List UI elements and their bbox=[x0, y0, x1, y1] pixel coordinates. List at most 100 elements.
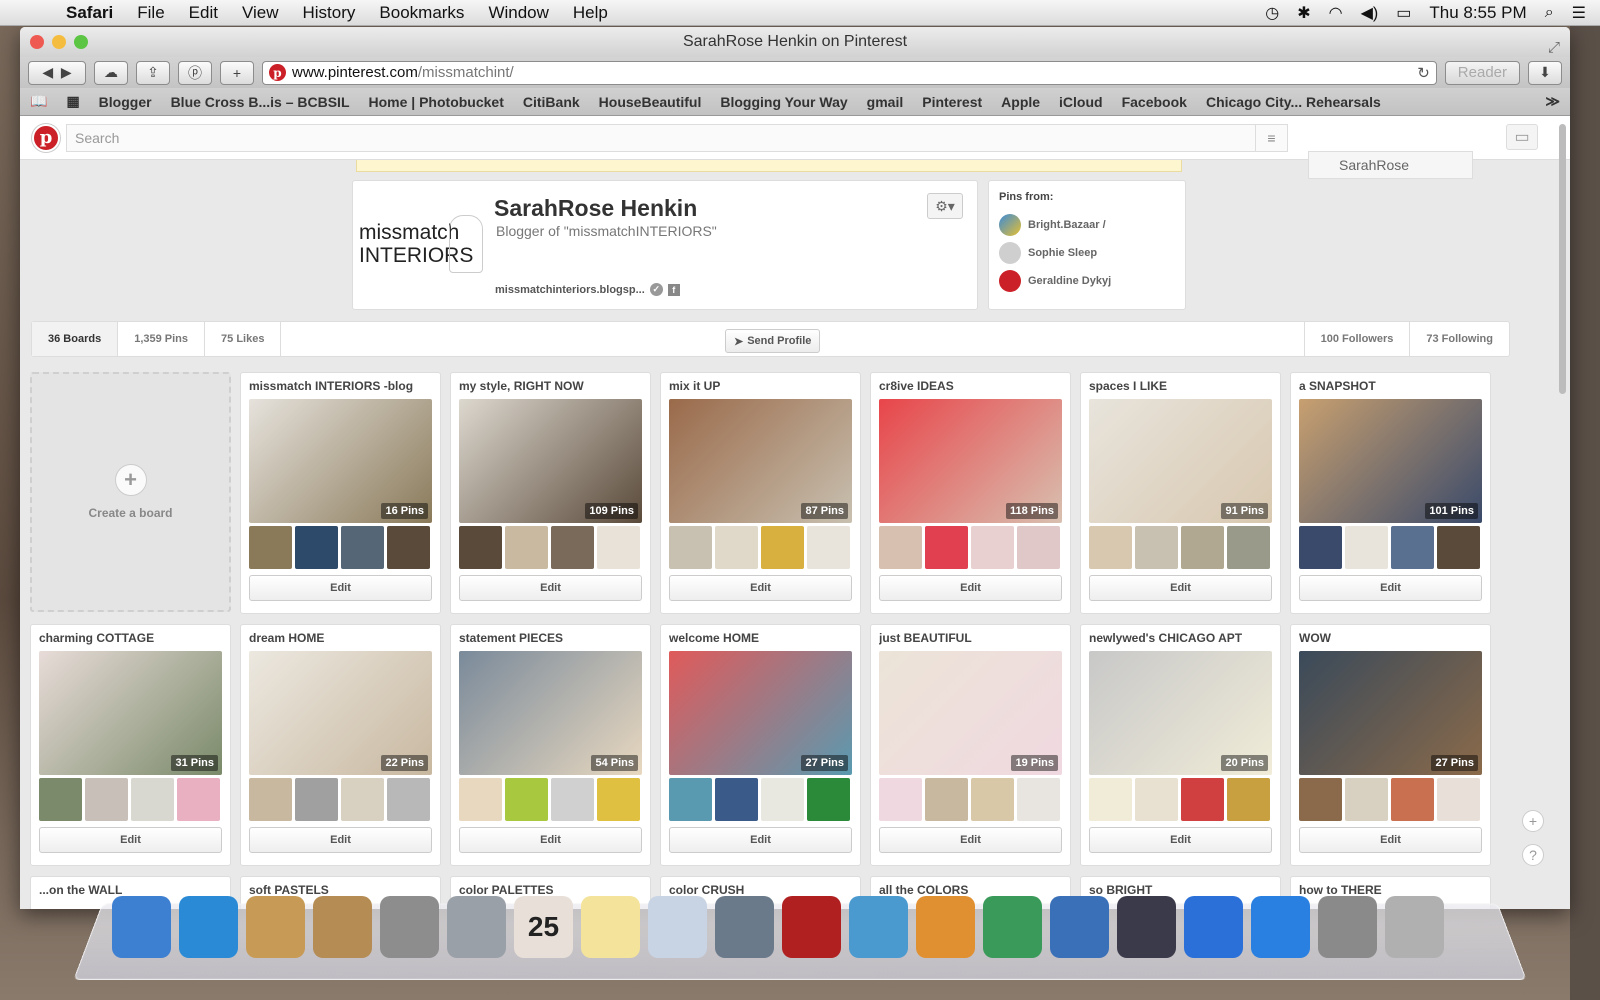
menu-app-name[interactable]: Safari bbox=[54, 3, 125, 23]
bookmark-gmail[interactable]: gmail bbox=[867, 94, 904, 110]
board-thumbnail[interactable] bbox=[1345, 526, 1388, 569]
board-cover-image[interactable]: 109 Pins bbox=[459, 399, 642, 523]
edit-board-button[interactable]: Edit bbox=[879, 575, 1062, 601]
board-thumbnail[interactable] bbox=[1299, 778, 1342, 821]
board-thumbnail[interactable] bbox=[1299, 526, 1342, 569]
board-card[interactable]: newlywed's CHICAGO APT 20 Pins Edit bbox=[1080, 624, 1281, 866]
board-thumbnail[interactable] bbox=[551, 526, 594, 569]
board-cover-image[interactable]: 27 Pins bbox=[669, 651, 852, 775]
board-thumbnail[interactable] bbox=[971, 778, 1014, 821]
menu-clock[interactable]: Thu 8:55 PM bbox=[1429, 3, 1526, 23]
board-thumbnail[interactable] bbox=[925, 526, 968, 569]
back-arrow-icon[interactable]: ◀ bbox=[42, 64, 53, 81]
board-thumbnail[interactable] bbox=[1135, 526, 1178, 569]
board-thumbnail[interactable] bbox=[971, 526, 1014, 569]
menu-file[interactable]: File bbox=[125, 3, 176, 23]
page-scrollbar[interactable] bbox=[1559, 124, 1566, 394]
board-thumbnail[interactable] bbox=[879, 778, 922, 821]
board-thumbnail[interactable] bbox=[807, 526, 850, 569]
edit-board-button[interactable]: Edit bbox=[1089, 827, 1272, 853]
board-thumbnail[interactable] bbox=[925, 778, 968, 821]
minimize-window-button[interactable] bbox=[52, 35, 66, 49]
menu-edit[interactable]: Edit bbox=[177, 3, 230, 23]
reader-button[interactable]: Reader bbox=[1444, 60, 1520, 85]
inkscape-icon[interactable] bbox=[1117, 896, 1176, 958]
bookmark-blogger[interactable]: Blogger bbox=[99, 94, 152, 110]
bookmark-blogging-your-way[interactable]: Blogging Your Way bbox=[720, 94, 847, 110]
board-title[interactable]: welcome HOME bbox=[669, 631, 852, 649]
tab-likes[interactable]: 75 Likes bbox=[205, 322, 282, 356]
facetime-icon[interactable] bbox=[715, 896, 774, 958]
board-thumbnail[interactable] bbox=[761, 526, 804, 569]
board-title[interactable]: a SNAPSHOT bbox=[1299, 379, 1482, 397]
board-thumbnail[interactable] bbox=[1227, 778, 1270, 821]
board-title[interactable]: missmatch INTERIORS -blog bbox=[249, 379, 432, 397]
system-preferences-icon[interactable] bbox=[1318, 896, 1377, 958]
notifications-icon[interactable]: ▭ bbox=[1506, 124, 1538, 150]
send-profile-button[interactable]: ➤ Send Profile bbox=[725, 329, 821, 353]
board-thumbnail[interactable] bbox=[85, 778, 128, 821]
finder-icon[interactable] bbox=[112, 896, 171, 958]
board-thumbnail[interactable] bbox=[1391, 526, 1434, 569]
website-link[interactable]: missmatchinteriors.blogsp... bbox=[495, 284, 645, 296]
board-title[interactable]: newlywed's CHICAGO APT bbox=[1089, 631, 1272, 649]
board-card[interactable]: mix it UP 87 Pins Edit bbox=[660, 372, 861, 614]
tab-pins[interactable]: 1,359 Pins bbox=[118, 322, 206, 356]
board-cover-image[interactable]: 20 Pins bbox=[1089, 651, 1272, 775]
itunes-icon[interactable] bbox=[1184, 896, 1243, 958]
iphoto-icon[interactable] bbox=[849, 896, 908, 958]
board-thumbnail[interactable] bbox=[807, 778, 850, 821]
board-card[interactable]: a SNAPSHOT 101 Pins Edit bbox=[1290, 372, 1491, 614]
board-thumbnail[interactable] bbox=[1227, 526, 1270, 569]
bookmark-apple[interactable]: Apple bbox=[1001, 94, 1040, 110]
category-menu-icon[interactable]: ≡ bbox=[1255, 124, 1287, 151]
bookmark-photobucket[interactable]: Home | Photobucket bbox=[369, 94, 504, 110]
board-thumbnail[interactable] bbox=[295, 778, 338, 821]
contacts-icon[interactable] bbox=[313, 896, 372, 958]
trash-icon[interactable] bbox=[1385, 896, 1444, 958]
board-thumbnail[interactable] bbox=[341, 526, 384, 569]
edit-board-button[interactable]: Edit bbox=[1299, 575, 1482, 601]
address-bar[interactable]: p www.pinterest.com/missmatchint/ ↻ bbox=[262, 60, 1437, 85]
pages-icon[interactable] bbox=[916, 896, 975, 958]
notification-center-icon[interactable]: ☰ bbox=[1572, 3, 1586, 23]
back-forward-buttons[interactable]: ◀ ▶ bbox=[28, 60, 86, 85]
pinterest-logo-icon[interactable]: p bbox=[32, 123, 60, 152]
board-cover-image[interactable]: 101 Pins bbox=[1299, 399, 1482, 523]
top-sites-icon[interactable]: ▦ bbox=[66, 93, 79, 110]
board-thumbnail[interactable] bbox=[459, 526, 502, 569]
bookmark-citibank[interactable]: CitiBank bbox=[523, 94, 580, 110]
launchpad-icon[interactable] bbox=[447, 896, 506, 958]
bookmark-icloud[interactable]: iCloud bbox=[1059, 94, 1103, 110]
notes-icon[interactable] bbox=[581, 896, 640, 958]
board-thumbnail[interactable] bbox=[597, 778, 640, 821]
board-card[interactable]: my style, RIGHT NOW 109 Pins Edit bbox=[450, 372, 651, 614]
board-thumbnail[interactable] bbox=[669, 526, 712, 569]
board-card[interactable]: just BEAUTIFUL 19 Pins Edit bbox=[870, 624, 1071, 866]
board-title[interactable]: spaces I LIKE bbox=[1089, 379, 1272, 397]
reading-list-icon[interactable]: 📖 bbox=[30, 93, 47, 110]
menu-window[interactable]: Window bbox=[476, 3, 560, 23]
board-thumbnail[interactable] bbox=[669, 778, 712, 821]
board-card[interactable]: dream HOME 22 Pins Edit bbox=[240, 624, 441, 866]
bookmark-facebook[interactable]: Facebook bbox=[1122, 94, 1187, 110]
calendar-icon[interactable]: 25 bbox=[514, 896, 573, 958]
bookmark-pinterest[interactable]: Pinterest bbox=[922, 94, 982, 110]
app-store-icon[interactable] bbox=[1251, 896, 1310, 958]
board-thumbnail[interactable] bbox=[387, 778, 430, 821]
board-thumbnail[interactable] bbox=[1089, 778, 1132, 821]
create-board-button[interactable]: + Create a board bbox=[30, 372, 231, 612]
safari-icon[interactable] bbox=[179, 896, 238, 958]
fullscreen-icon[interactable]: ⤢ bbox=[1548, 33, 1560, 63]
board-title[interactable]: WOW bbox=[1299, 631, 1482, 649]
board-thumbnail[interactable] bbox=[597, 526, 640, 569]
bookmark-bcbsil[interactable]: Blue Cross B...is – BCBSIL bbox=[171, 94, 350, 110]
edit-board-button[interactable]: Edit bbox=[39, 827, 222, 853]
downloads-button[interactable]: ⬇ bbox=[1528, 60, 1562, 85]
board-title[interactable]: charming COTTAGE bbox=[39, 631, 222, 649]
board-thumbnail[interactable] bbox=[1017, 526, 1060, 569]
pin-it-button[interactable]: ⓟ bbox=[178, 60, 212, 85]
menu-help[interactable]: Help bbox=[561, 3, 620, 23]
board-thumbnail[interactable] bbox=[1345, 778, 1388, 821]
board-thumbnail[interactable] bbox=[341, 778, 384, 821]
